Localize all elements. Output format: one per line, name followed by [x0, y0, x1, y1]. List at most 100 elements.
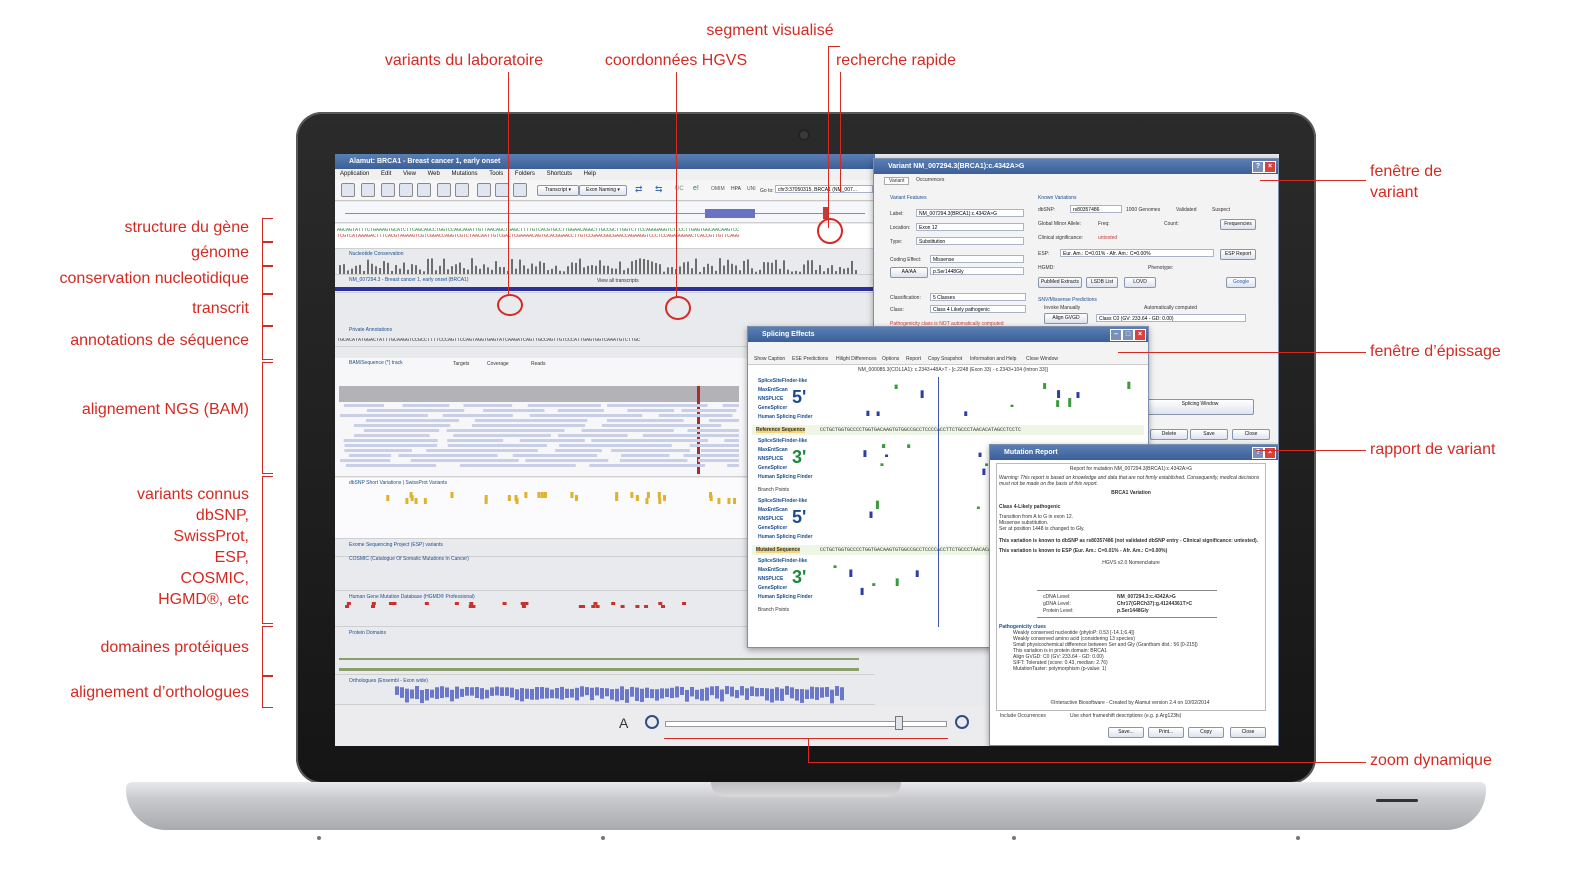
menu-help[interactable]: Help [584, 171, 596, 177]
menu-view[interactable]: View [403, 171, 416, 177]
class-select[interactable]: Class 4 Likely pathogenic [930, 305, 1026, 313]
ese-predictions-button[interactable]: ESE Predictions [792, 356, 828, 362]
omim-icon[interactable]: OMIM [711, 183, 725, 195]
menu-tools[interactable]: Tools [489, 171, 503, 177]
esp-report-button[interactable]: ESP Report [1220, 249, 1256, 260]
highlight-differences-button[interactable]: Hilight Differences [836, 356, 876, 362]
conservation-bar [399, 268, 401, 274]
ortholog-block [580, 686, 584, 697]
zoom-out-icon[interactable] [645, 715, 659, 729]
align-gvgd-button[interactable]: Align GVGD [1044, 313, 1088, 324]
camera-snapshot-icon[interactable] [513, 183, 527, 197]
reverse-icon[interactable] [381, 183, 395, 197]
report-button[interactable]: Report [906, 356, 921, 362]
help-icon[interactable]: ? [1252, 447, 1264, 459]
frequencies-button[interactable]: Frequencies [1220, 219, 1256, 230]
tab-occurrences[interactable]: Occurrences [912, 177, 948, 183]
menu-folders[interactable]: Folders [515, 171, 535, 177]
close-button[interactable]: Close [1232, 429, 1270, 440]
close-icon[interactable]: × [1264, 161, 1276, 173]
label-field[interactable]: NM_007294.3(BRCA1):c.4342A>G [916, 209, 1024, 217]
splice-score [833, 565, 837, 568]
read [512, 454, 598, 457]
esp-field[interactable]: Eur. Am.: C=0.01% - Afr. Am.: C=0.00% [1060, 249, 1214, 257]
show-caption-button[interactable]: Show Caption [754, 356, 785, 362]
tab-variant[interactable]: Variant [884, 177, 910, 185]
dbsnp-field[interactable]: rs80357486 [1070, 205, 1122, 213]
report-close-button[interactable]: Close [1230, 727, 1266, 738]
maximize-icon[interactable]: □ [1122, 329, 1134, 341]
report-esp: This variation is known to ESP (Eur. Am.… [999, 548, 1168, 554]
menu-mutations[interactable]: Mutations [452, 171, 478, 177]
coding-effect-field[interactable]: Missense [930, 255, 1024, 263]
google-button[interactable]: Google [1226, 277, 1256, 288]
maf-label: Global Minor Allele: [1038, 221, 1082, 227]
suspect-checkbox[interactable]: Suspect [1212, 207, 1230, 213]
report-copy-button[interactable]: Copy [1188, 727, 1224, 738]
transcript-select[interactable]: Transcript ▾ [537, 185, 579, 196]
menu-web[interactable]: Web [428, 171, 440, 177]
close-window-button[interactable]: Close Window [1026, 356, 1058, 362]
targets-checkbox[interactable]: Targets [453, 361, 469, 367]
information-help-button[interactable]: Information and Help [970, 356, 1016, 362]
coverage-checkbox[interactable]: Coverage [487, 361, 509, 367]
hpa-icon[interactable]: HPA [731, 183, 743, 195]
report-save-button[interactable]: Save... [1108, 727, 1144, 738]
validated-checkbox[interactable]: Validated [1176, 207, 1196, 213]
predictor-label: MaxEntScan [758, 447, 788, 453]
annotation-hgvs: coordonnées HGVS [604, 52, 748, 69]
conservation-bar [791, 271, 793, 274]
ortholog-block [830, 689, 834, 704]
menu-shortcuts[interactable]: Shortcuts [547, 171, 572, 177]
conservation-bar [395, 265, 397, 274]
translate-icon[interactable] [399, 183, 413, 197]
view-all-transcripts[interactable]: View all transcripts [597, 278, 639, 284]
copy-snapshot-button[interactable]: Copy Snapshot [928, 356, 962, 362]
aa-button[interactable]: AA/AA [890, 267, 928, 278]
splicing-window-button[interactable]: Splicing Window [1146, 399, 1254, 415]
zoom-in-icon[interactable] [955, 715, 969, 729]
settings-icon[interactable] [477, 183, 491, 197]
reads-checkbox[interactable]: Reads [531, 361, 545, 367]
help-icon[interactable]: ? [1252, 161, 1264, 173]
include-occurrences-checkbox[interactable]: Include Occurrences [1000, 713, 1046, 719]
protein-field[interactable]: p.Ser1448Gly [930, 267, 1024, 275]
zoom-slider[interactable] [665, 721, 947, 727]
save-button[interactable]: Save [1190, 429, 1228, 440]
uniprot-icon[interactable]: UNI [747, 183, 759, 195]
zoom-slider-thumb[interactable] [895, 716, 903, 730]
short-frameshift-checkbox[interactable]: Use short frameshift descriptions (e.g. … [1070, 713, 1181, 719]
ensembl-icon[interactable]: e! [693, 183, 705, 195]
g1000-checkbox[interactable]: 1000 Genomes [1126, 207, 1160, 213]
pubmed-button[interactable]: PubMed Extracts [1038, 277, 1082, 288]
close-icon[interactable]: × [1134, 329, 1146, 341]
splice-score [907, 444, 911, 448]
tools-icon[interactable] [495, 183, 509, 197]
location-field[interactable]: Exon 12 [916, 223, 1024, 231]
read [527, 404, 601, 407]
menu-application[interactable]: Application [340, 171, 369, 177]
open-icon[interactable] [341, 183, 355, 197]
search-icon[interactable] [361, 183, 375, 197]
goto-input[interactable]: chr3:37050315, BRCA1 (NM_007... [775, 185, 873, 193]
lovd-button[interactable]: LOVD [1124, 277, 1156, 288]
delete-button[interactable]: Delete [1150, 429, 1188, 440]
ortholog-block [640, 688, 644, 702]
splice-icon[interactable] [437, 183, 451, 197]
options-button[interactable]: Options [882, 356, 899, 362]
classification-select[interactable]: 5 Classes [930, 293, 1026, 301]
flip-icon[interactable]: ⇆ [655, 183, 667, 195]
close-icon[interactable]: × [1264, 447, 1276, 459]
minimize-icon[interactable]: – [1110, 329, 1122, 341]
type-field[interactable]: Substitution [916, 237, 1024, 245]
main-window-titlebar: Alamut: BRCA1 - Breast cancer 1, early o… [335, 154, 875, 169]
menu-edit[interactable]: Edit [381, 171, 391, 177]
arrows-icon[interactable]: ⇄ [635, 183, 647, 195]
read [611, 449, 690, 452]
atg-icon[interactable] [417, 183, 431, 197]
export-icon[interactable] [455, 183, 469, 197]
exon-naming-select[interactable]: Exon Naming ▾ [579, 185, 627, 196]
lsdb-button[interactable]: LSDB List [1086, 277, 1118, 288]
font-size-icon[interactable]: A [619, 715, 628, 731]
report-print-button[interactable]: Print... [1148, 727, 1184, 738]
